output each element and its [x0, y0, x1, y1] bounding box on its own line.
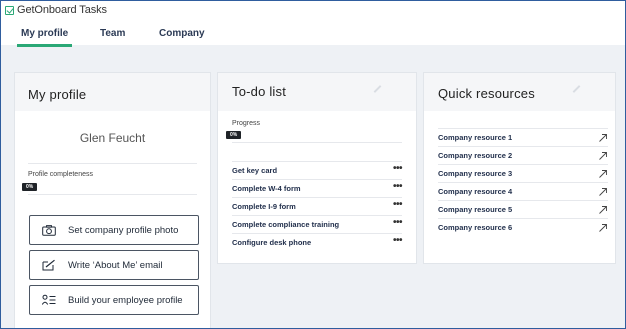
todo-item-label: Get key card — [232, 166, 278, 175]
more-options-icon[interactable]: ••• — [393, 199, 403, 210]
todo-item-label: Complete I-9 form — [232, 202, 296, 211]
profile-card-title: My profile — [28, 87, 87, 102]
resource-link-label: Company resource 5 — [438, 205, 513, 214]
external-link-arrow-icon — [599, 169, 607, 178]
resource-link-label: Company resource 3 — [438, 169, 513, 178]
resource-link-label: Company resource 6 — [438, 223, 513, 232]
app-window: GetOnboard Tasks My profile Team Company… — [0, 0, 626, 329]
todo-item[interactable]: Complete compliance training ••• — [232, 215, 403, 233]
external-link-arrow-icon — [599, 223, 607, 232]
resource-link[interactable]: Company resource 3 — [438, 164, 608, 182]
external-link-arrow-icon — [599, 205, 607, 214]
resource-link[interactable]: Company resource 4 — [438, 182, 608, 200]
resource-link[interactable]: Company resource 5 — [438, 200, 608, 218]
resource-link[interactable]: Company resource 6 — [438, 218, 608, 236]
resource-link-label: Company resource 4 — [438, 187, 513, 196]
external-link-arrow-icon — [599, 187, 607, 196]
resource-link-label: Company resource 2 — [438, 151, 513, 160]
progress-badge: 0% — [226, 131, 242, 139]
tab-team[interactable]: Team — [100, 28, 125, 39]
write-about-me-email-button[interactable]: Write ‘About Me’ email — [29, 250, 199, 280]
write-about-me-email-label: Write ‘About Me’ email — [68, 259, 163, 271]
more-options-icon[interactable]: ••• — [393, 163, 403, 174]
checkbox-logo-icon — [5, 5, 14, 15]
todo-card-title: To-do list — [232, 84, 287, 99]
build-employee-profile-label: Build your employee profile — [68, 294, 183, 306]
resource-link[interactable]: Company resource 1 — [438, 128, 608, 146]
set-company-profile-photo-button[interactable]: Set company profile photo — [29, 215, 199, 245]
edit-icon[interactable] — [373, 85, 382, 93]
profile-completeness-label: Profile completeness — [28, 171, 93, 178]
tab-bar: My profile Team Company — [1, 23, 625, 47]
external-link-arrow-icon — [599, 151, 607, 160]
resource-link-label: Company resource 1 — [438, 133, 513, 142]
resource-link[interactable]: Company resource 2 — [438, 146, 608, 164]
app-title-text: GetOnboard Tasks — [17, 4, 107, 16]
external-link-arrow-icon — [599, 133, 607, 142]
todo-card-header: To-do list — [218, 73, 416, 111]
tab-company[interactable]: Company — [159, 28, 205, 39]
more-options-icon[interactable]: ••• — [393, 217, 403, 228]
edit-icon[interactable] — [572, 85, 581, 93]
divider — [28, 163, 197, 164]
set-company-profile-photo-label: Set company profile photo — [68, 224, 179, 236]
build-employee-profile-button[interactable]: Build your employee profile — [29, 285, 199, 315]
progress-label: Progress — [232, 120, 261, 127]
person-name: Glen Feucht — [79, 131, 146, 145]
compose-icon — [39, 258, 59, 272]
profile-list-icon — [39, 293, 59, 307]
todo-item[interactable]: Complete I-9 form ••• — [232, 197, 403, 215]
todo-item-label: Configure desk phone — [232, 238, 312, 247]
todo-item-label: Complete W-4 form — [232, 184, 301, 193]
more-options-icon[interactable]: ••• — [393, 181, 403, 192]
todo-item-label: Complete compliance training — [232, 220, 340, 229]
quick-resources-header: Quick resources — [424, 73, 615, 111]
profile-completeness-bar — [28, 194, 197, 195]
quick-resources-card: Quick resources Company resource 1 Compa… — [423, 72, 616, 264]
app-title: GetOnboard Tasks — [5, 4, 107, 16]
top-bar: GetOnboard Tasks My profile Team Company — [1, 1, 625, 47]
progress-bar — [232, 142, 402, 143]
todo-card: To-do list Progress 0% Get key card ••• … — [217, 72, 417, 264]
profile-completeness-badge: 0% — [22, 183, 38, 191]
profile-card: My profile Glen Feucht Profile completen… — [14, 72, 211, 328]
camera-icon — [39, 223, 59, 237]
todo-item[interactable]: Get key card ••• — [232, 161, 403, 179]
tab-my-profile[interactable]: My profile — [16, 28, 73, 47]
quick-resources-title: Quick resources — [438, 86, 535, 101]
profile-card-header: My profile — [15, 73, 210, 111]
more-options-icon[interactable]: ••• — [393, 235, 403, 246]
todo-item[interactable]: Complete W-4 form ••• — [232, 179, 403, 197]
todo-item[interactable]: Configure desk phone ••• — [232, 233, 403, 251]
